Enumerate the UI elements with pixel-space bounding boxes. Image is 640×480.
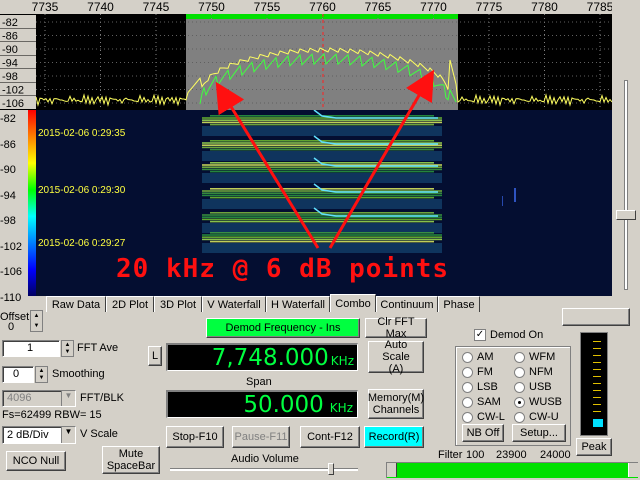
mode-label: CW-L [477, 411, 505, 423]
mode-label: SAM [477, 396, 501, 408]
demod-frequency-button[interactable]: Demod Frequency - Ins [206, 318, 360, 338]
mode-radio-usb[interactable]: USB [514, 381, 552, 393]
smoothing-input[interactable]: 0 [2, 366, 34, 383]
radio-icon [462, 396, 473, 408]
mode-radio-wusb[interactable]: WUSB [514, 396, 562, 408]
fft-blk-select[interactable]: 4096 ▼ [2, 390, 76, 407]
offset-value: 0 [8, 321, 15, 333]
mode-label: USB [529, 381, 552, 393]
radio-icon [462, 351, 473, 363]
filter-label: Filter [438, 449, 463, 461]
memory-channels-button[interactable]: Memory(M) Channels [368, 389, 424, 419]
signal-meter [580, 332, 608, 436]
peak-button[interactable]: Peak [576, 438, 612, 456]
radio-icon [514, 411, 525, 423]
tab-h-waterfall[interactable]: H Waterfall [266, 296, 330, 312]
tab-raw-data[interactable]: Raw Data [46, 296, 106, 312]
fft-blk-value: 4096 [7, 392, 32, 404]
radio-icon [462, 381, 473, 393]
radio-icon [514, 351, 525, 363]
span-display[interactable]: 50.000 KHz [166, 390, 358, 418]
vscale-value: 2 dB/Div [7, 429, 49, 441]
mode-radio-lsb[interactable]: LSB [462, 381, 498, 393]
offset-label: Offset [0, 311, 30, 323]
smoothing-label: Smoothing [52, 368, 105, 380]
chevron-down-icon[interactable]: ▼ [61, 391, 75, 406]
span-value: 50.000 [243, 391, 324, 418]
tab-combo[interactable]: Combo [330, 294, 376, 312]
auto-scale-button[interactable]: Auto Scale (A) [368, 339, 424, 375]
fft-ave-spinner[interactable]: ▲ ▼ [61, 340, 74, 357]
waterfall-slider-thumb[interactable] [616, 210, 636, 220]
mode-radio-fm[interactable]: FM [462, 366, 493, 378]
tab-phase[interactable]: Phase [438, 296, 480, 312]
filter-bar[interactable] [386, 462, 638, 478]
pause-button[interactable]: Pause-F11 [232, 426, 290, 448]
tab-continuum[interactable]: Continuum [376, 296, 438, 312]
smoothing-spinner[interactable]: ▲ ▼ [35, 366, 48, 383]
vscale-select[interactable]: 2 dB/Div ▼ [2, 426, 76, 444]
waterfall-slider-track[interactable] [624, 80, 628, 290]
cont-button[interactable]: Cont-F12 [300, 426, 360, 448]
demod-on-label: Demod On [490, 329, 544, 341]
vscale-label: V Scale [80, 428, 118, 440]
annotation-text: 20 kHz @ 6 dB points [116, 254, 450, 284]
fs-rbw-text: Fs=62499 RBW= 15 [2, 409, 102, 421]
fft-ave-label: FFT Ave [77, 342, 119, 354]
l-button[interactable]: L [148, 346, 162, 366]
smoothing-value: 0 [13, 368, 20, 380]
mode-label: NFM [529, 366, 553, 378]
span-label: Span [246, 376, 272, 388]
mode-radio-wfm[interactable]: WFM [514, 351, 555, 363]
mode-radio-nfm[interactable]: NFM [514, 366, 553, 378]
mode-radio-am[interactable]: AM [462, 351, 494, 363]
radio-icon [514, 366, 525, 378]
audio-volume-label: Audio Volume [231, 453, 299, 465]
mode-radio-cw-l[interactable]: CW-L [462, 411, 505, 423]
chevron-down-icon[interactable]: ▼ [61, 427, 75, 443]
fft-ave-input[interactable]: 1 [2, 340, 60, 357]
check-icon: ✓ [474, 329, 486, 341]
offset-spinner[interactable]: ▲ ▼ [30, 310, 43, 332]
mode-label: FM [477, 366, 493, 378]
tab-2d-plot[interactable]: 2D Plot [106, 296, 154, 312]
radio-icon [462, 411, 473, 423]
mode-label: WUSB [529, 396, 562, 408]
setup-button[interactable]: Setup... [512, 424, 566, 442]
radio-icon [514, 396, 525, 408]
filter-high: 23900 [496, 449, 527, 461]
nb-off-button[interactable]: NB Off [462, 424, 504, 442]
mode-label: WFM [529, 351, 556, 363]
mode-label: CW-U [529, 411, 559, 423]
fft-blk-label: FFT/BLK [80, 392, 125, 404]
mode-label: AM [477, 351, 494, 363]
tab-v-waterfall[interactable]: V Waterfall [202, 296, 266, 312]
mute-button[interactable]: Mute SpaceBar [102, 446, 160, 474]
mode-label: LSB [477, 381, 498, 393]
fft-ave-value: 1 [27, 342, 34, 354]
demod-on-checkbox[interactable]: ✓ Demod On [474, 329, 543, 341]
tab-3d-plot[interactable]: 3D Plot [154, 296, 202, 312]
clr-fft-max-button[interactable]: Clr FFT Max [365, 316, 427, 340]
frequency-unit: KHz [330, 353, 354, 368]
record-button[interactable]: Record(R) [364, 426, 424, 448]
audio-volume-thumb[interactable] [328, 463, 334, 475]
span-unit: KHz [329, 400, 353, 415]
radio-icon [462, 366, 473, 378]
frequency-display[interactable]: 7,748.000 KHz [166, 343, 358, 371]
filter-low: 100 [466, 449, 485, 461]
filter-max: 24000 [540, 449, 571, 461]
mode-radio-cw-u[interactable]: CW-U [514, 411, 559, 423]
radio-icon [514, 381, 525, 393]
nco-null-button[interactable]: NCO Null [6, 451, 66, 471]
blank-button[interactable] [562, 308, 630, 326]
mode-radio-sam[interactable]: SAM [462, 396, 501, 408]
stop-button[interactable]: Stop-F10 [166, 426, 224, 448]
frequency-value: 7,748.000 [211, 344, 329, 371]
